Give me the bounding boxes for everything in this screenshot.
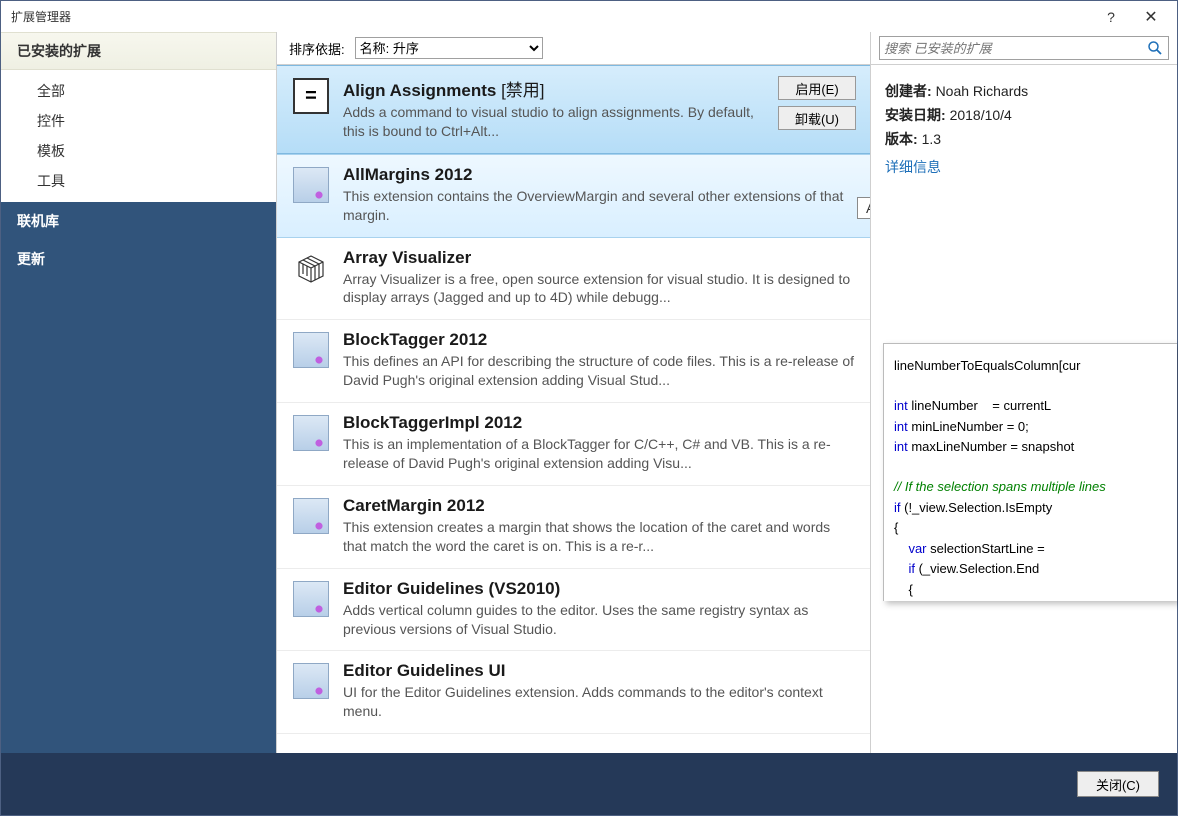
extension-description: This is an implementation of a BlockTagg… (343, 435, 856, 473)
creator-value: Noah Richards (936, 83, 1029, 99)
window-title: 扩展管理器 (7, 8, 1091, 25)
extension-item[interactable]: = Align Assignments [禁用]Adds a command to… (277, 65, 870, 154)
footer: 关闭(C) (1, 753, 1177, 815)
sidebar-item-tools[interactable]: 工具 (1, 166, 276, 196)
sidebar-item-templates[interactable]: 模板 (1, 136, 276, 166)
extension-icon (291, 330, 331, 370)
more-info-link[interactable]: 详细信息 (885, 157, 941, 177)
extension-item[interactable]: BlockTaggerImpl 2012This is an implement… (277, 403, 870, 486)
extension-title: Array Visualizer (343, 248, 856, 268)
extension-icon (291, 496, 331, 536)
extension-item[interactable]: AllMargins 2012This extension contains t… (277, 154, 870, 238)
sort-bar: 排序依据: 名称: 升序 (277, 32, 870, 64)
extension-item[interactable]: Editor Guidelines (VS2010)Adds vertical … (277, 569, 870, 652)
extension-description: This extension creates a margin that sho… (343, 518, 856, 556)
extension-title: BlockTaggerImpl 2012 (343, 413, 856, 433)
extension-icon (291, 248, 331, 288)
extension-icon (291, 165, 331, 205)
extension-description: Adds vertical column guides to the edito… (343, 601, 856, 639)
uninstall-button[interactable]: 卸载(U) (778, 106, 856, 130)
code-preview: lineNumberToEqualsColumn[cur int lineNum… (883, 343, 1177, 601)
search-input[interactable] (884, 41, 1146, 56)
help-button[interactable]: ? (1091, 2, 1131, 32)
sidebar-item-controls[interactable]: 控件 (1, 106, 276, 136)
tooltip: AllMargins 2012 (857, 197, 870, 219)
extension-title: Editor Guidelines UI (343, 661, 856, 681)
sidebar-updates[interactable]: 更新 (1, 240, 276, 278)
sidebar-installed-header[interactable]: 已安装的扩展 (1, 32, 276, 70)
sidebar-online-gallery[interactable]: 联机库 (1, 202, 276, 240)
extension-description: This defines an API for describing the s… (343, 352, 856, 390)
install-date-label: 安装日期: (885, 107, 946, 123)
sidebar-spacer (1, 278, 276, 753)
extension-title: Align Assignments [禁用] (343, 76, 766, 101)
extension-description: Array Visualizer is a free, open source … (343, 270, 856, 308)
creator-label: 创建者: (885, 83, 932, 99)
extension-item[interactable]: Editor Guidelines UIUI for the Editor Gu… (277, 651, 870, 734)
disabled-tag: [禁用] (496, 81, 544, 100)
extension-description: UI for the Editor Guidelines extension. … (343, 683, 856, 721)
title-bar: 扩展管理器 ? ✕ (1, 1, 1177, 32)
search-icon[interactable] (1146, 39, 1164, 57)
extension-title: BlockTagger 2012 (343, 330, 856, 350)
extension-item[interactable]: Array VisualizerArray Visualizer is a fr… (277, 238, 870, 321)
extension-item[interactable]: CaretMargin 2012This extension creates a… (277, 486, 870, 569)
install-date-value: 2018/10/4 (950, 107, 1012, 123)
extension-description: This extension contains the OverviewMarg… (343, 187, 856, 225)
enable-button[interactable]: 启用(E) (778, 76, 856, 100)
extension-title: Editor Guidelines (VS2010) (343, 579, 856, 599)
extension-icon: = (291, 76, 331, 116)
search-box[interactable] (879, 36, 1169, 60)
extension-title: CaretMargin 2012 (343, 496, 856, 516)
extension-icon (291, 413, 331, 453)
extension-list[interactable]: = Align Assignments [禁用]Adds a command to… (277, 64, 870, 753)
extension-icon (291, 661, 331, 701)
sidebar: 已安装的扩展 全部 控件 模板 工具 联机库 更新 (1, 32, 277, 753)
extension-title: AllMargins 2012 (343, 165, 856, 185)
extension-icon (291, 579, 331, 619)
version-value: 1.3 (922, 131, 941, 147)
sort-label: 排序依据: (289, 39, 345, 58)
sidebar-item-all[interactable]: 全部 (1, 76, 276, 106)
close-button[interactable]: 关闭(C) (1077, 771, 1159, 797)
window-close-button[interactable]: ✕ (1131, 2, 1171, 32)
extension-item[interactable]: BlockTagger 2012This defines an API for … (277, 320, 870, 403)
version-label: 版本: (885, 131, 918, 147)
extension-description: Adds a command to visual studio to align… (343, 103, 766, 141)
extension-details: 创建者: Noah Richards 安装日期: 2018/10/4 版本: 1… (871, 64, 1177, 193)
sort-select[interactable]: 名称: 升序 (355, 37, 543, 59)
